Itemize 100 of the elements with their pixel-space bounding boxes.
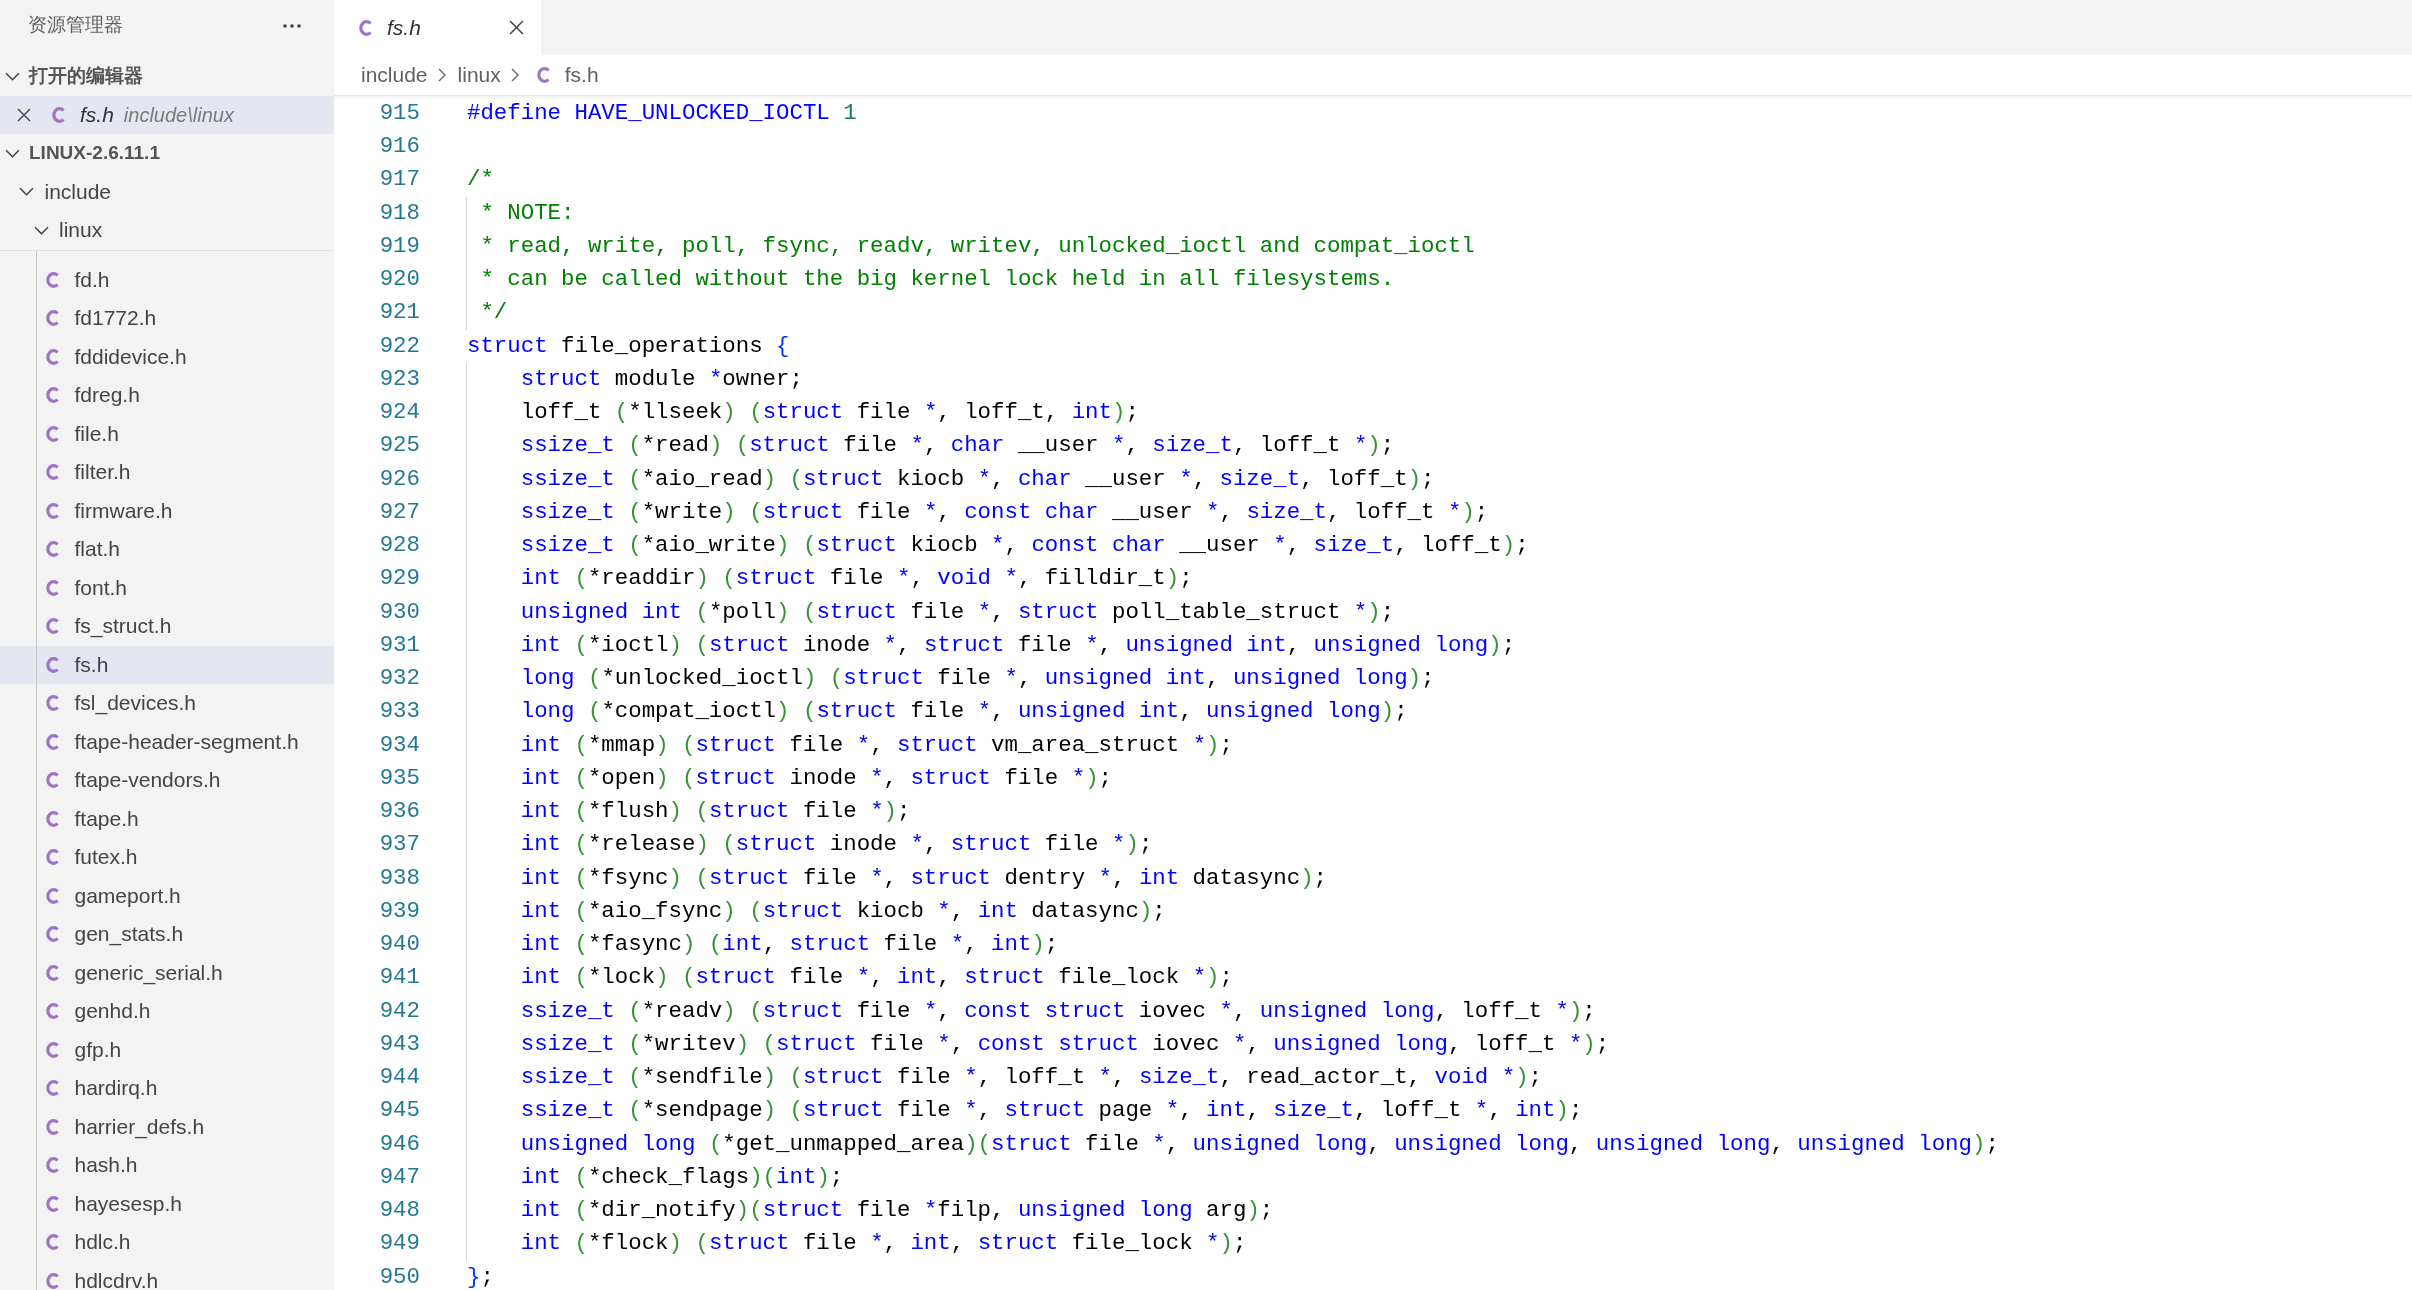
file-item[interactable]: filter.h xyxy=(45,459,131,486)
code-line: #define HAVE_UNLOCKED_IOCTL 1 xyxy=(467,98,857,128)
file-item[interactable]: fs_struct.h xyxy=(45,613,172,640)
chevron-down-icon[interactable] xyxy=(33,225,49,235)
c-file-icon xyxy=(45,849,60,866)
c-file-icon xyxy=(45,1041,60,1058)
code-line: int (*dir_notify)(struct file *filp, unsigned long arg); xyxy=(520,1196,1274,1226)
breadcrumb-item[interactable]: include xyxy=(361,59,428,91)
breadcrumb-item[interactable]: linux xyxy=(457,59,501,91)
c-file-icon xyxy=(45,733,60,750)
code-line: }; xyxy=(467,1262,494,1290)
file-item[interactable]: firmware.h xyxy=(45,497,173,524)
file-item[interactable]: futex.h xyxy=(45,844,138,871)
file-item[interactable]: fddidevice.h xyxy=(45,343,187,370)
file-item[interactable]: gameport.h xyxy=(45,882,181,909)
c-file-icon xyxy=(45,1195,60,1212)
c-file-icon xyxy=(45,1272,60,1289)
file-item[interactable]: fs.h xyxy=(0,645,334,684)
file-item[interactable]: fd.h xyxy=(45,266,110,293)
code-line: ssize_t (*writev) (struct file *, const struct iovec *, unsigned long, loff_t *); xyxy=(520,1029,1610,1059)
c-file-icon xyxy=(359,19,373,36)
file-item[interactable]: generic_serial.h xyxy=(45,959,223,986)
file-item[interactable]: file.h xyxy=(45,420,119,447)
close-icon[interactable] xyxy=(509,20,524,35)
line-number: 927 xyxy=(379,497,420,527)
file-item[interactable]: font.h xyxy=(45,574,128,601)
c-file-icon xyxy=(45,579,60,596)
file-item[interactable]: ftape.h xyxy=(45,805,139,832)
code-line: int (*open) (struct inode *, struct file *); xyxy=(520,763,1112,793)
c-file-icon xyxy=(45,1080,60,1097)
file-item[interactable]: fdreg.h xyxy=(45,382,140,409)
more-icon[interactable] xyxy=(283,23,301,28)
file-item[interactable]: hdlcdrv.h xyxy=(45,1267,159,1290)
file-item[interactable]: ftape-vendors.h xyxy=(45,767,221,794)
line-number: 943 xyxy=(379,1029,420,1059)
file-item[interactable]: gen_stats.h xyxy=(45,921,184,948)
line-number: 946 xyxy=(379,1129,420,1159)
chevron-down-icon[interactable] xyxy=(4,71,20,81)
c-file-icon xyxy=(45,464,60,481)
code-line: int (*fsync) (struct file *, struct dentry *, int datasync); xyxy=(520,863,1327,893)
c-file-icon xyxy=(45,1003,60,1020)
c-file-icon xyxy=(45,772,60,789)
code-line: int (*lock) (struct file *, int, struct file_lock *); xyxy=(520,963,1233,993)
file-item[interactable]: genhd.h xyxy=(45,998,151,1025)
code-line: int (*flush) (struct file *); xyxy=(520,797,911,827)
c-file-icon xyxy=(45,964,60,981)
line-number: 928 xyxy=(379,531,420,561)
line-number: 947 xyxy=(379,1162,420,1192)
code-line: ssize_t (*aio_read) (struct kiocb *, char __user *, size_t, loff_t); xyxy=(520,464,1435,494)
code-line: int (*fasync) (int, struct file *, int); xyxy=(520,930,1059,960)
code-line: int (*flock) (struct file *, int, struct file_lock *); xyxy=(520,1229,1247,1259)
file-item[interactable]: hayesesp.h xyxy=(45,1190,182,1217)
file-item[interactable]: hardirq.h xyxy=(45,1075,158,1102)
line-number: 941 xyxy=(379,963,420,993)
section-header[interactable]: 打开的编辑器 xyxy=(4,63,143,90)
file-item[interactable]: harrier_defs.h xyxy=(45,1113,205,1140)
line-number: 942 xyxy=(379,996,420,1026)
chevron-right-icon xyxy=(437,68,446,82)
c-file-icon xyxy=(45,1157,60,1174)
line-number: 919 xyxy=(379,231,420,261)
file-item[interactable]: hash.h xyxy=(45,1152,138,1179)
file-item[interactable]: flat.h xyxy=(45,536,121,563)
close-icon[interactable] xyxy=(17,107,31,122)
chevron-down-icon[interactable] xyxy=(4,148,20,158)
code-line: ssize_t (*write) (struct file *, const char __user *, size_t, loff_t *); xyxy=(520,497,1489,527)
line-number: 937 xyxy=(379,830,420,860)
line-number: 917 xyxy=(379,165,420,195)
file-item[interactable]: ftape-header-segment.h xyxy=(45,728,299,755)
c-file-icon xyxy=(45,541,60,558)
code-line: * NOTE: xyxy=(480,198,575,228)
c-file-icon xyxy=(45,810,60,827)
code-line: * can be called without the big kernel lock held in all filesystems. xyxy=(480,265,1395,295)
c-file-icon xyxy=(45,1234,60,1251)
c-file-icon xyxy=(45,348,60,365)
code-line: unsigned long (*get_unmapped_area)(struct file *, unsigned long, unsigned long, unsigned long, unsigned long); xyxy=(520,1129,1999,1159)
file-item[interactable]: fd1772.h xyxy=(45,305,157,332)
file-item[interactable]: gfp.h xyxy=(45,1036,122,1063)
file-item[interactable]: fsl_devices.h xyxy=(45,690,196,717)
line-number: 915 xyxy=(379,98,420,128)
c-file-icon xyxy=(45,887,60,904)
breadcrumb-item[interactable]: fs.h xyxy=(536,59,599,91)
open-editor-item[interactable]: fs.h include\linux xyxy=(0,95,334,134)
editor-tab[interactable]: fs.h xyxy=(334,0,541,55)
code-line: ssize_t (*aio_write) (struct kiocb *, const char __user *, size_t, loff_t); xyxy=(520,531,1529,561)
line-number: 918 xyxy=(379,198,420,228)
code-line: ssize_t (*read) (struct file *, char __user *, size_t, loff_t *); xyxy=(520,431,1395,461)
code-line: unsigned int (*poll) (struct file *, struct poll_table_struct *); xyxy=(520,597,1395,627)
folder-item[interactable]: linux xyxy=(33,217,103,244)
code-line: struct file_operations { xyxy=(467,331,790,361)
section-header[interactable]: LINUX-2.6.11.1 xyxy=(4,140,160,167)
chevron-down-icon[interactable] xyxy=(19,187,34,197)
c-file-icon xyxy=(45,271,60,288)
line-number: 931 xyxy=(379,630,420,660)
code-line: /* xyxy=(467,165,494,195)
line-number: 940 xyxy=(379,930,420,960)
file-item[interactable]: hdlc.h xyxy=(45,1229,131,1256)
code-line: ssize_t (*sendfile) (struct file *, loff_t *, size_t, read_actor_t, void *); xyxy=(520,1063,1542,1093)
folder-item[interactable]: include xyxy=(18,178,112,205)
code-line: int (*aio_fsync) (struct kiocb *, int datasync); xyxy=(520,896,1166,926)
chevron-right-icon xyxy=(510,68,519,82)
